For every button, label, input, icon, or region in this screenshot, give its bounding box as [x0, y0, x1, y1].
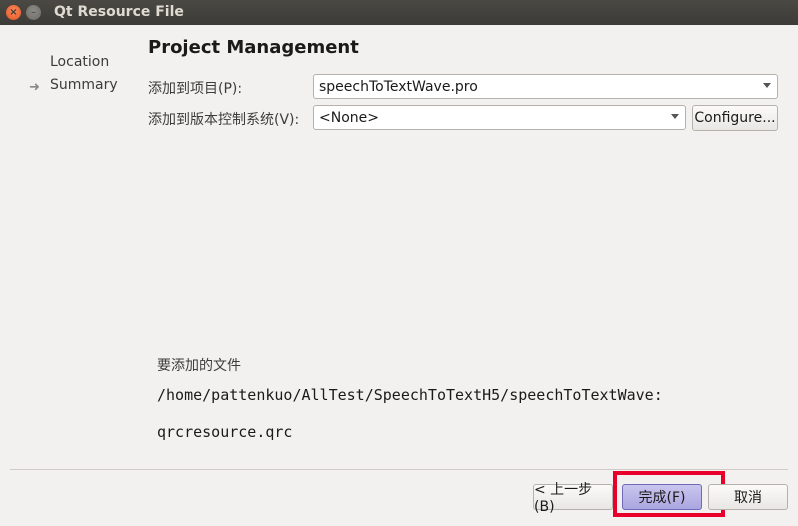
chevron-down-icon	[763, 83, 771, 88]
add-to-project-value: speechToTextWave.pro	[319, 78, 478, 95]
wizard-step-summary: Summary	[50, 77, 118, 93]
back-button[interactable]: < 上一步(B)	[533, 482, 613, 515]
minimize-icon[interactable]: –	[26, 5, 41, 20]
files-to-add-heading: 要添加的文件	[157, 358, 241, 374]
add-to-vcs-combo[interactable]: <None>	[313, 105, 686, 130]
add-to-project-label: 添加到项目(P):	[148, 81, 243, 97]
window-title: Qt Resource File	[54, 4, 184, 20]
add-to-vcs-value: <None>	[319, 109, 379, 126]
close-icon[interactable]: ×	[6, 5, 21, 20]
page-title: Project Management	[148, 37, 359, 58]
configure-button[interactable]: Configure...	[692, 105, 778, 131]
add-to-vcs-label: 添加到版本控制系统(V):	[148, 112, 300, 128]
files-directory-path: /home/pattenkuo/AllTest/SpeechToTextH5/s…	[157, 386, 663, 404]
chevron-down-icon	[671, 114, 679, 119]
cancel-button[interactable]: 取消	[708, 484, 788, 510]
wizard-step-location: Location	[50, 54, 110, 70]
add-to-project-combo[interactable]: speechToTextWave.pro	[313, 74, 778, 99]
file-name: qrcresource.qrc	[157, 423, 293, 441]
footer-divider	[10, 469, 788, 470]
current-step-arrow-icon: ➜	[29, 80, 40, 95]
window-titlebar: × – Qt Resource File	[0, 0, 798, 25]
